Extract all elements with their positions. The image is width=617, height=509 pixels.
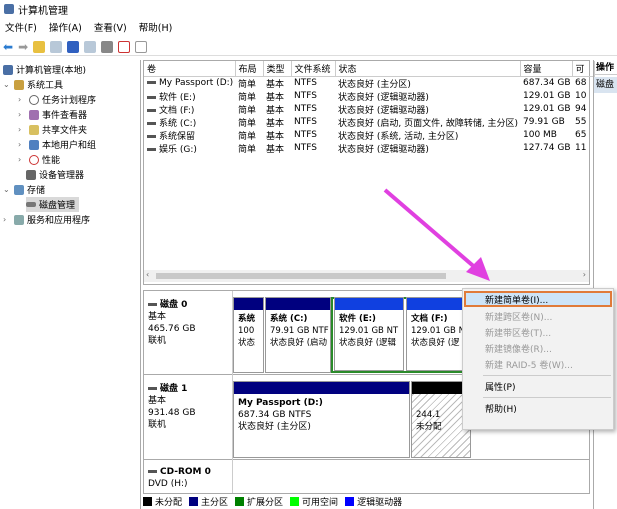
menu-help[interactable]: 帮助(H) — [485, 400, 517, 416]
annotation-arrow — [383, 188, 490, 281]
context-menu: 新建简单卷(I)... 新建跨区卷(N)... 新建带区卷(T)... 新建镜像… — [462, 288, 614, 430]
menu-properties[interactable]: 属性(P) — [485, 378, 515, 394]
menu-new-spanned-volume[interactable]: 新建跨区卷(N)... — [485, 308, 552, 324]
menu-new-raid5-volume[interactable]: 新建 RAID-5 卷(W)... — [485, 356, 573, 372]
menu-new-striped-volume[interactable]: 新建带区卷(T)... — [485, 324, 551, 340]
menu-new-mirrored-volume[interactable]: 新建镜像卷(R)... — [485, 340, 552, 356]
menu-new-simple-volume[interactable]: 新建简单卷(I)... — [485, 291, 548, 307]
